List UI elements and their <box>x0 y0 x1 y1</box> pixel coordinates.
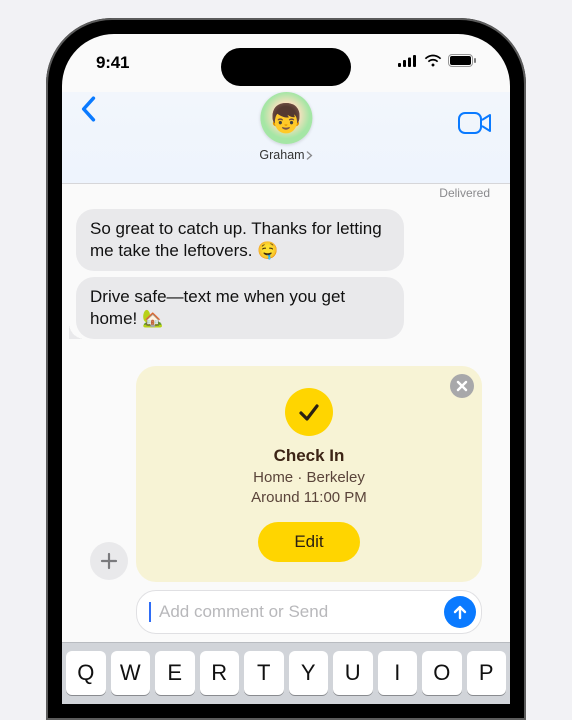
input-placeholder: Add comment or Send <box>159 602 436 622</box>
close-button[interactable] <box>450 374 474 398</box>
contact-block[interactable]: 👦 Graham <box>259 92 312 162</box>
checkin-card: Check In Home · Berkeley Around 11:00 PM… <box>136 366 482 583</box>
keyboard-row: Q W E R T Y U I O P <box>62 642 510 704</box>
back-button[interactable] <box>80 92 96 127</box>
message-list: So great to catch up. Thanks for letting… <box>62 206 510 642</box>
cellular-icon <box>398 54 418 72</box>
status-time: 9:41 <box>96 53 129 73</box>
checkin-title: Check In <box>274 446 345 466</box>
facetime-button[interactable] <box>458 92 492 139</box>
checkmark-icon <box>285 388 333 436</box>
battery-icon <box>448 54 476 72</box>
key-o[interactable]: O <box>422 651 462 695</box>
edit-button[interactable]: Edit <box>258 522 359 562</box>
send-button[interactable] <box>444 596 476 628</box>
dynamic-island <box>221 48 351 86</box>
contact-name: Graham <box>259 148 304 162</box>
key-y[interactable]: Y <box>289 651 329 695</box>
key-e[interactable]: E <box>155 651 195 695</box>
chevron-right-icon <box>307 151 313 160</box>
plus-button[interactable] <box>90 542 128 580</box>
checkin-details: Home · Berkeley Around 11:00 PM <box>251 468 367 509</box>
key-i[interactable]: I <box>378 651 418 695</box>
key-q[interactable]: Q <box>66 651 106 695</box>
key-t[interactable]: T <box>244 651 284 695</box>
key-r[interactable]: R <box>200 651 240 695</box>
key-u[interactable]: U <box>333 651 373 695</box>
screen: 9:41 👦 Graham <box>62 34 510 704</box>
text-cursor <box>149 602 151 622</box>
conversation-header: 👦 Graham <box>62 92 510 184</box>
comment-input[interactable]: Add comment or Send <box>136 590 482 634</box>
wifi-icon <box>424 54 442 72</box>
message-bubble[interactable]: Drive safe—text me when you get home! 🏡 <box>76 277 404 339</box>
phone-frame: 9:41 👦 Graham <box>46 18 526 720</box>
message-bubble[interactable]: So great to catch up. Thanks for letting… <box>76 209 404 271</box>
key-w[interactable]: W <box>111 651 151 695</box>
key-p[interactable]: P <box>467 651 507 695</box>
delivered-label: Delivered <box>62 184 510 206</box>
avatar: 👦 <box>260 92 312 144</box>
